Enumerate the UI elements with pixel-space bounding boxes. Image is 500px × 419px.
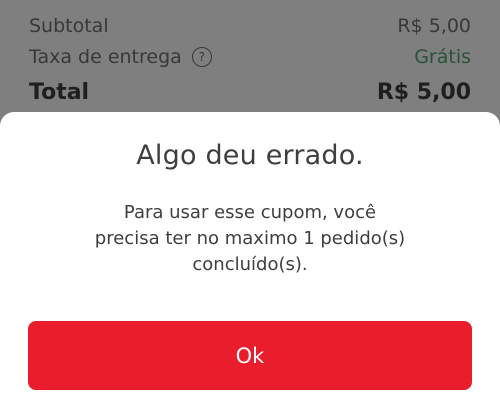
error-dialog: Algo deu errado. Para usar esse cupom, v… bbox=[0, 112, 500, 419]
dialog-title: Algo deu errado. bbox=[136, 140, 364, 171]
dialog-message: Para usar esse cupom, você precisa ter n… bbox=[94, 202, 406, 275]
ok-button[interactable]: Ok bbox=[28, 321, 472, 390]
